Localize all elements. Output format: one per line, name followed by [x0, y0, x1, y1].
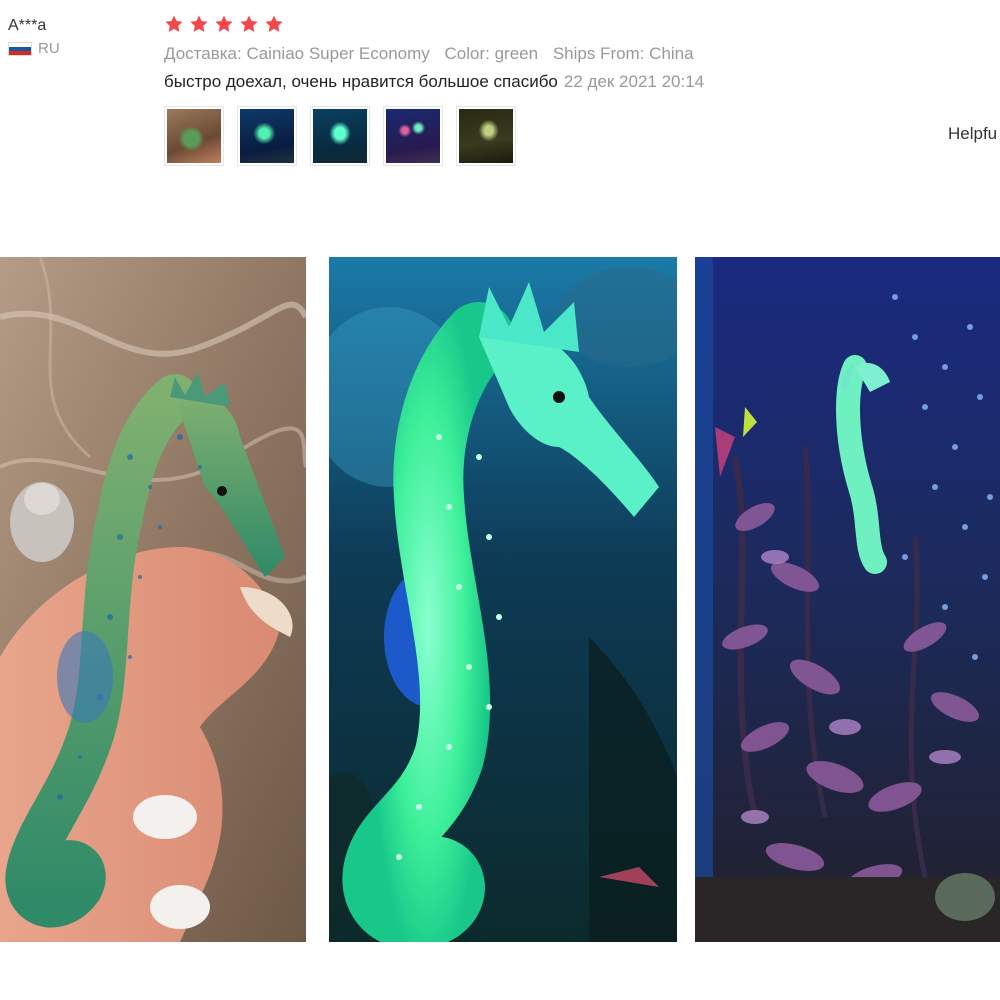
photo-seahorse-glowing-tank[interactable] — [329, 257, 677, 942]
review-text: быстро доехал, очень нравится большое сп… — [164, 72, 558, 91]
star-icon — [240, 15, 258, 32]
russia-flag-icon — [8, 41, 32, 56]
helpful-button[interactable]: Helpfu — [948, 124, 997, 144]
star-rating — [164, 12, 1000, 36]
thumbnail-image — [313, 109, 367, 163]
thumbnail-3[interactable] — [310, 106, 370, 166]
review-text-row: быстро доехал, очень нравится большое сп… — [164, 70, 1000, 94]
order-info: Доставка: Cainiao Super Economy Color: g… — [164, 42, 1000, 66]
thumbnail-image — [386, 109, 440, 163]
reviewer-info: A***a RU — [8, 16, 60, 57]
star-icon — [165, 15, 183, 32]
reviewer-name: A***a — [8, 17, 47, 34]
thumbnail-image — [240, 109, 294, 163]
review-thumbnails — [164, 106, 1000, 166]
glowing-seahorse-image — [329, 257, 677, 942]
star-icon — [215, 15, 233, 32]
photo-seahorse-aquarium-plants[interactable] — [695, 257, 1000, 942]
country-code: RU — [38, 40, 60, 57]
product-color: Color: green — [444, 44, 539, 63]
seahorse-in-hand-image — [0, 257, 306, 942]
thumbnail-4[interactable] — [383, 106, 443, 166]
thumbnail-1[interactable] — [164, 106, 224, 166]
ships-from: Ships From: China — [552, 44, 694, 63]
aquarium-plants-image — [695, 257, 1000, 942]
review-date: 22 дек 2021 20:14 — [563, 72, 705, 91]
thumbnail-image — [459, 109, 513, 163]
thumbnail-5[interactable] — [456, 106, 516, 166]
thumbnail-image — [167, 109, 221, 163]
reviewer-country: RU — [8, 40, 60, 57]
review-photo-gallery — [0, 257, 1000, 942]
delivery-method: Доставка: Cainiao Super Economy — [164, 44, 430, 63]
star-icon — [265, 15, 283, 32]
star-icon — [190, 15, 208, 32]
review-content: Доставка: Cainiao Super Economy Color: g… — [164, 12, 1000, 166]
thumbnail-2[interactable] — [237, 106, 297, 166]
photo-seahorse-in-hand[interactable] — [0, 257, 306, 942]
